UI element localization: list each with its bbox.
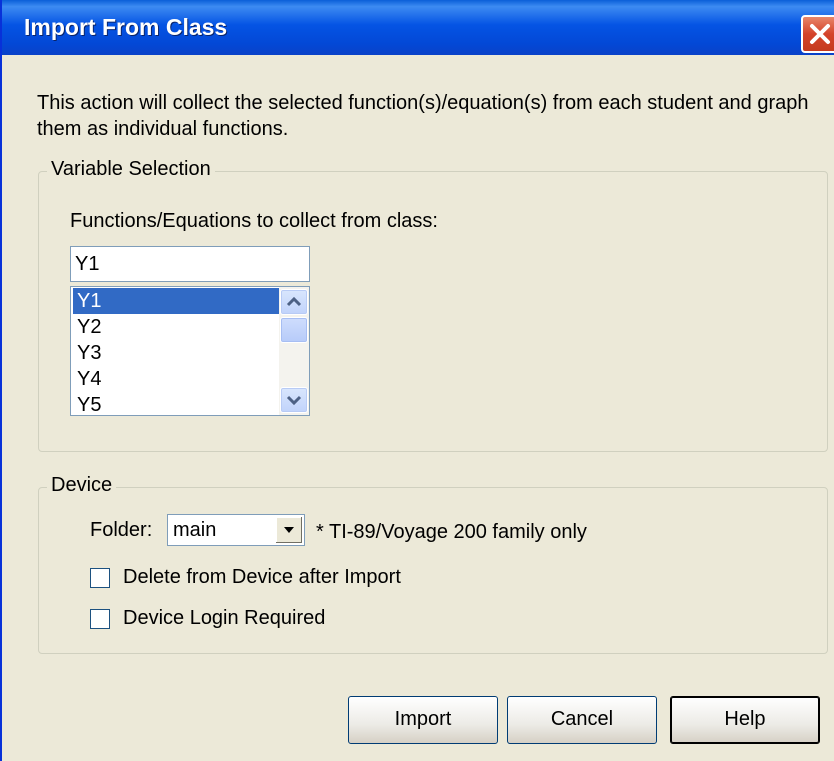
device-login-label[interactable]: Device Login Required <box>123 607 325 630</box>
folder-label: Folder: <box>90 519 153 541</box>
list-item[interactable]: Y2 <box>73 314 279 340</box>
function-input-value: Y1 <box>75 253 100 275</box>
help-button[interactable]: Help <box>670 696 820 744</box>
scroll-thumb[interactable] <box>280 317 308 343</box>
variable-selection-label: Variable Selection <box>47 158 215 181</box>
import-button[interactable]: Import <box>348 696 498 744</box>
dropdown-arrow-icon <box>284 527 294 533</box>
folder-select-value: main <box>173 519 217 541</box>
device-login-checkbox[interactable] <box>90 609 110 629</box>
folder-select[interactable]: main <box>167 514 305 546</box>
list-scrollbar[interactable] <box>279 287 309 415</box>
function-input[interactable]: Y1 <box>70 246 310 282</box>
list-item[interactable]: Y4 <box>73 366 279 392</box>
window-title: Import From Class <box>24 14 228 40</box>
list-item[interactable]: Y1 <box>73 288 279 314</box>
folder-dropdown-button[interactable] <box>275 516 303 544</box>
import-from-class-dialog: Import From Class This action will colle… <box>0 0 834 761</box>
device-label: Device <box>47 474 117 497</box>
folder-note: * TI-89/Voyage 200 family only <box>316 521 587 543</box>
delete-after-import-checkbox[interactable] <box>90 568 110 588</box>
description-text: This action will collect the selected fu… <box>37 92 809 140</box>
list-item[interactable]: Y3 <box>73 340 279 366</box>
list-item[interactable]: Y5 <box>73 392 279 415</box>
scroll-down-button[interactable] <box>280 387 308 413</box>
scroll-up-button[interactable] <box>280 289 308 315</box>
title-bar[interactable]: Import From Class <box>2 0 834 55</box>
cancel-button[interactable]: Cancel <box>507 696 657 744</box>
chevron-up-icon <box>286 296 302 307</box>
functions-listbox[interactable]: Y1 Y2 Y3 Y4 Y5 <box>70 286 310 416</box>
functions-prompt: Functions/Equations to collect from clas… <box>70 210 438 232</box>
close-button[interactable] <box>801 15 834 53</box>
close-icon <box>810 24 830 44</box>
delete-after-import-label[interactable]: Delete from Device after Import <box>123 566 401 589</box>
chevron-down-icon <box>286 395 302 406</box>
